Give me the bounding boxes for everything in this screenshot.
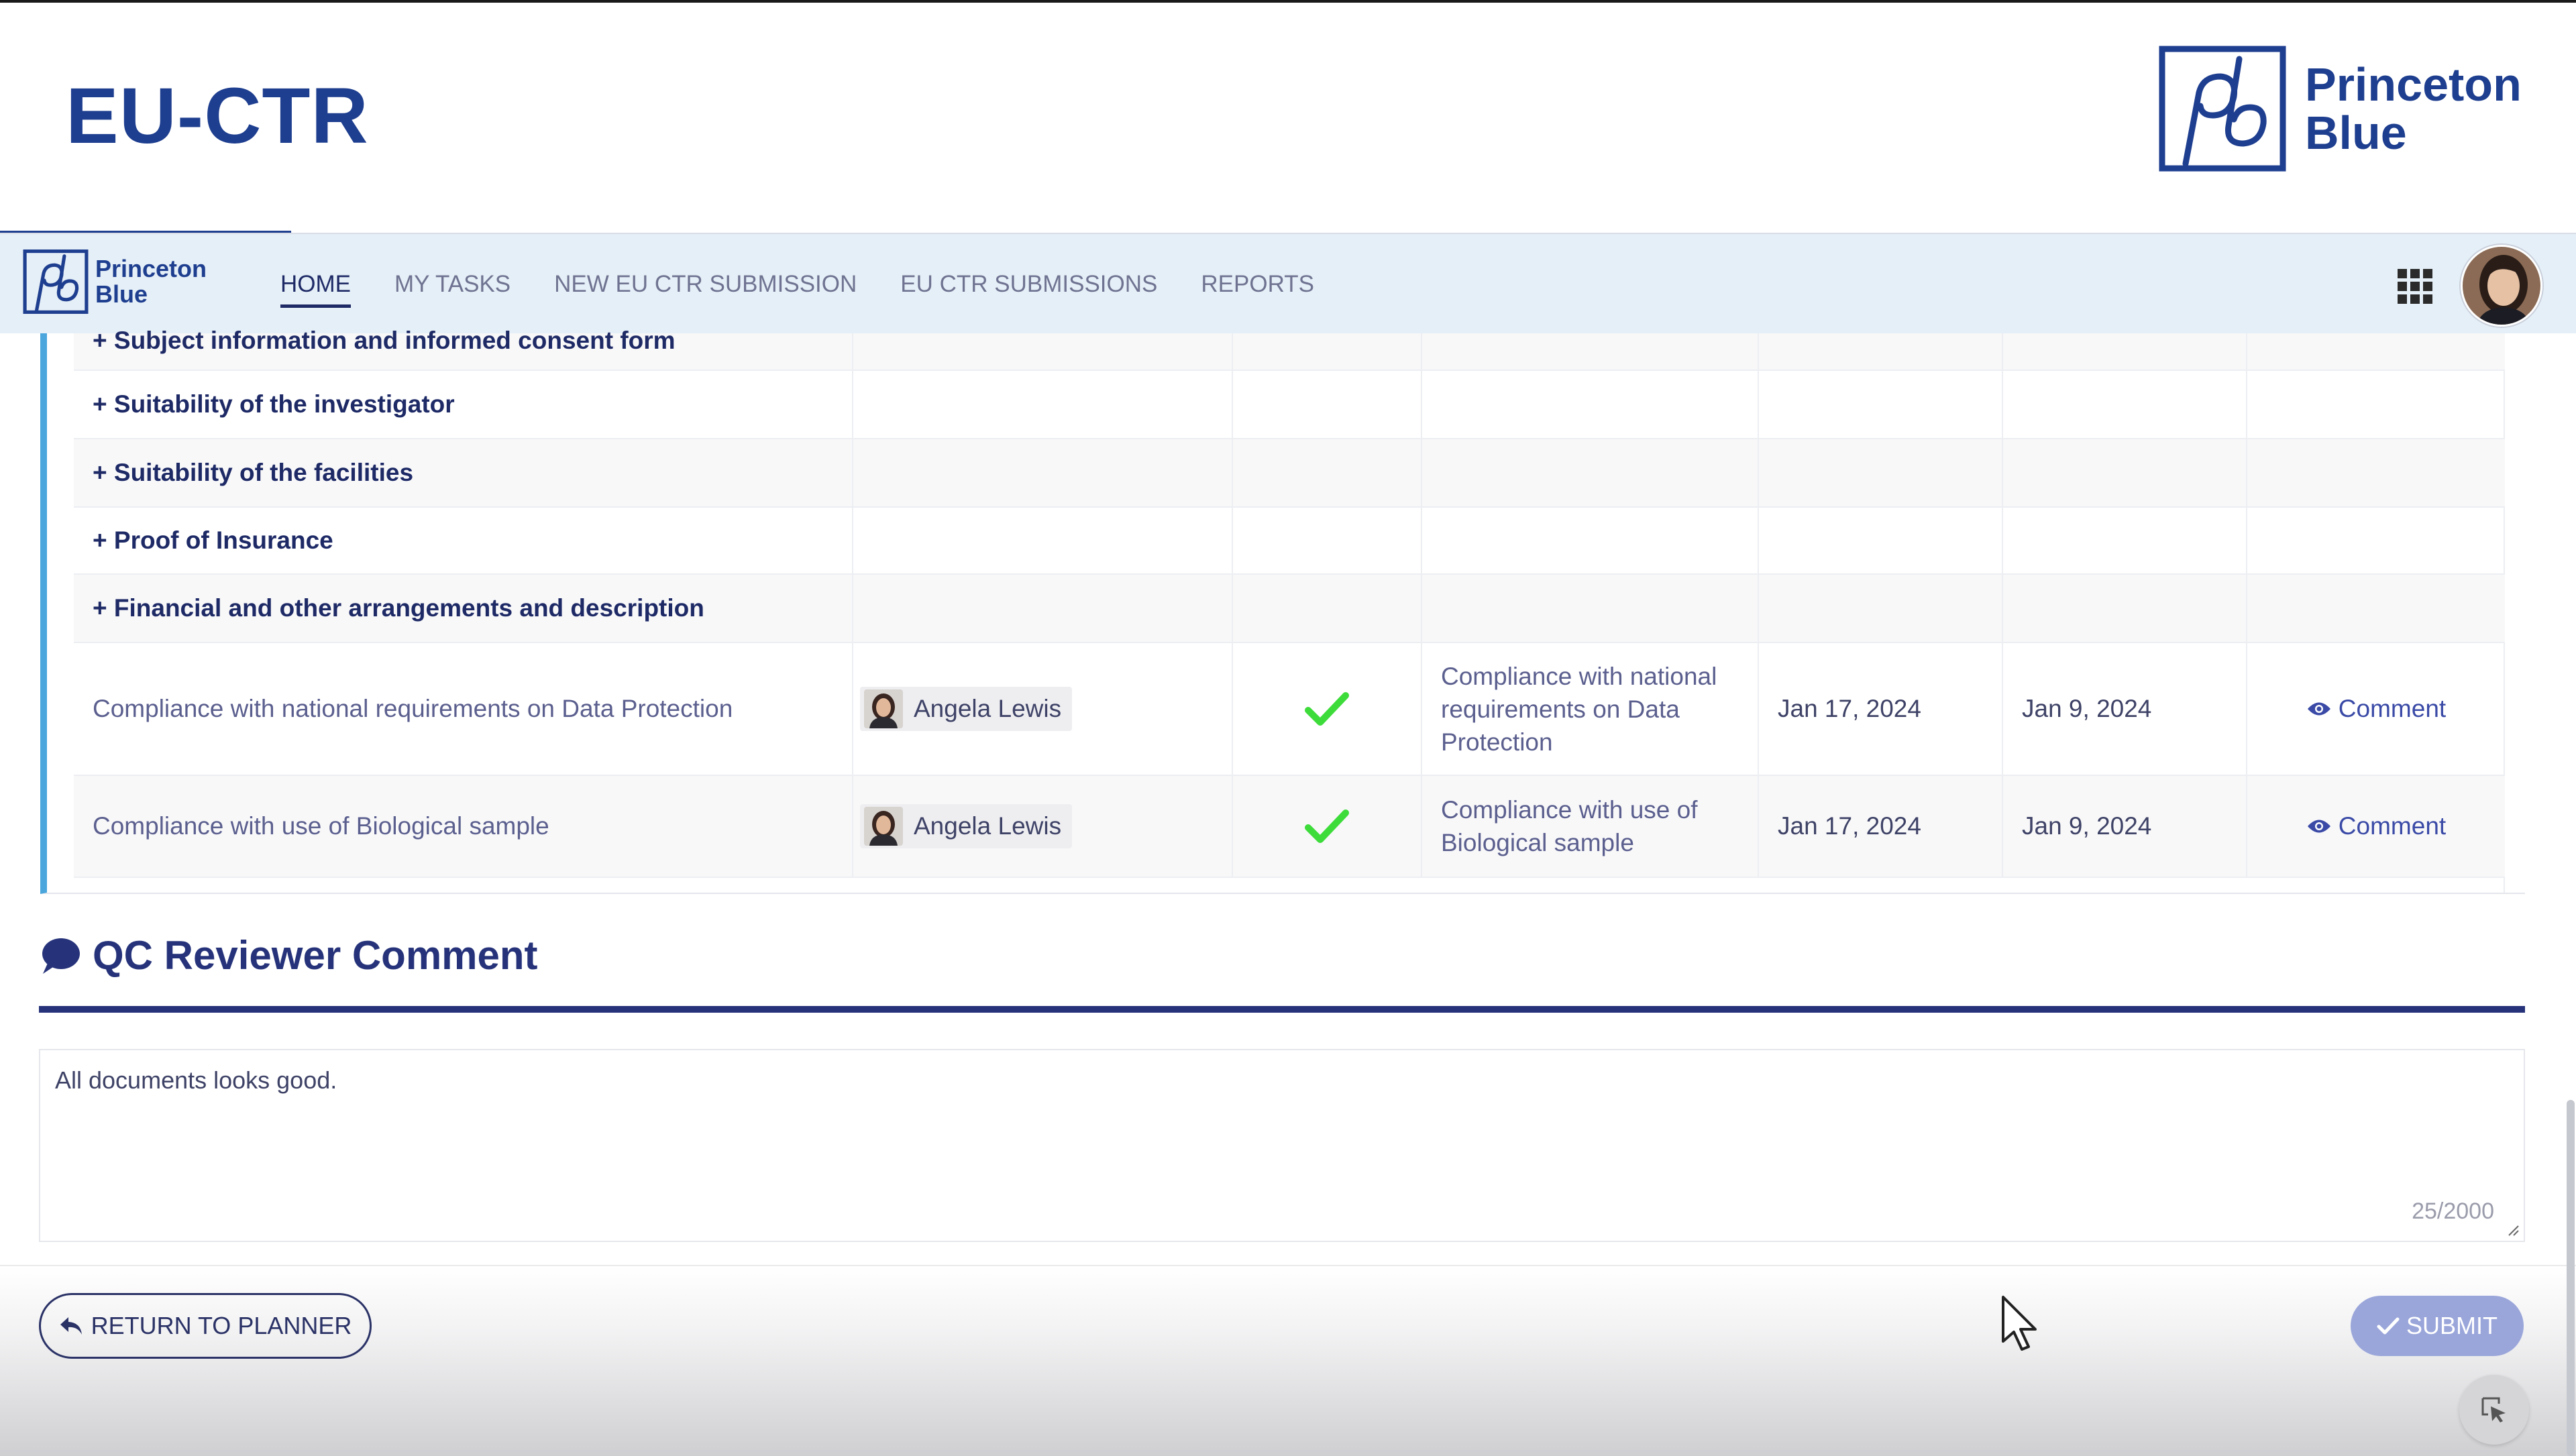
assignee-name: Angela Lewis xyxy=(914,812,1062,840)
assignee-chip[interactable]: Angela Lewis xyxy=(860,687,1073,731)
navbar: Princeton Blue HOME MY TASKS NEW EU CTR … xyxy=(0,233,2576,333)
character-counter: 25/2000 xyxy=(2412,1198,2494,1224)
assignee-avatar xyxy=(864,807,903,846)
qc-heading-text: QC Reviewer Comment xyxy=(93,933,538,978)
date-due: Jan 17, 2024 xyxy=(1778,695,1921,722)
document-description: Compliance with use of Biological sample xyxy=(1441,796,1698,856)
section-suitability-investigator[interactable]: + Suitability of the investigator xyxy=(93,390,455,418)
table-row-section[interactable]: + Proof of Insurance xyxy=(74,508,2505,575)
comment-bubble-icon xyxy=(42,938,80,974)
princeton-blue-logo-icon xyxy=(2159,46,2286,172)
assignee-avatar xyxy=(864,689,903,728)
user-avatar[interactable] xyxy=(2461,245,2542,327)
table-row: Compliance with use of Biological sample… xyxy=(74,776,2505,878)
app-title: EU-CTR xyxy=(66,72,369,160)
nav-reports[interactable]: REPORTS xyxy=(1201,234,1314,335)
date-completed: Jan 9, 2024 xyxy=(2022,812,2152,840)
scrollbar-thumb[interactable] xyxy=(2567,1100,2575,1456)
select-pointer-icon xyxy=(2481,1397,2506,1422)
nav-menu: HOME MY TASKS NEW EU CTR SUBMISSION EU C… xyxy=(280,234,1358,335)
approved-check-icon xyxy=(1305,809,1349,843)
table-row-section[interactable]: + Financial and other arrangements and d… xyxy=(74,575,2505,643)
document-description: Compliance with national requirements on… xyxy=(1441,662,1717,756)
nav-new-submission[interactable]: NEW EU CTR SUBMISSION xyxy=(554,234,857,335)
user-avatar-icon xyxy=(2463,247,2540,325)
nav-submissions[interactable]: EU CTR SUBMISSIONS xyxy=(900,234,1157,335)
date-completed: Jan 9, 2024 xyxy=(2022,695,2152,722)
document-name: Compliance with national requirements on… xyxy=(93,695,733,722)
table-row: Compliance with national requirements on… xyxy=(74,643,2505,776)
apps-grid-icon[interactable] xyxy=(2398,269,2435,304)
brand-name-line2: Blue xyxy=(2305,107,2407,159)
nav-brand-logo[interactable]: Princeton Blue xyxy=(23,249,207,315)
eye-icon xyxy=(2307,820,2330,833)
brand-logo: Princeton Blue xyxy=(2159,46,2522,172)
nav-my-tasks[interactable]: MY TASKS xyxy=(394,234,511,335)
table-row-section[interactable]: + Suitability of the facilities xyxy=(74,439,2505,508)
comment-link[interactable]: Comment xyxy=(2306,812,2446,840)
assignee-avatar-icon xyxy=(864,807,903,846)
brand-name-line1: Princeton xyxy=(2305,58,2522,111)
submit-button[interactable]: SUBMIT xyxy=(2351,1296,2524,1356)
section-suitability-facilities[interactable]: + Suitability of the facilities xyxy=(93,459,413,487)
assignee-name: Angela Lewis xyxy=(914,695,1062,722)
comment-link[interactable]: Comment xyxy=(2306,695,2446,723)
assignee-avatar-icon xyxy=(864,689,903,728)
return-to-planner-button[interactable]: RETURN TO PLANNER xyxy=(39,1293,372,1359)
assignee-chip[interactable]: Angela Lewis xyxy=(860,804,1073,848)
nav-brand-line1: Princeton xyxy=(95,255,207,282)
nav-logo-icon xyxy=(23,249,89,314)
check-icon xyxy=(2377,1317,2400,1335)
section-financial-arrangements[interactable]: + Financial and other arrangements and d… xyxy=(93,594,704,622)
resize-handle-icon[interactable] xyxy=(2505,1222,2520,1237)
qc-comment-value[interactable]: All documents looks good. xyxy=(55,1066,337,1095)
select-tool-button[interactable] xyxy=(2459,1375,2529,1445)
top-border xyxy=(0,0,2576,3)
nav-brand-line2: Blue xyxy=(95,280,148,308)
reply-arrow-icon xyxy=(60,1317,82,1335)
qc-reviewer-comment-heading: QC Reviewer Comment xyxy=(39,932,538,978)
qc-divider xyxy=(39,1006,2525,1013)
document-name: Compliance with use of Biological sample xyxy=(93,812,549,840)
documents-table-panel: + Subject information and informed conse… xyxy=(40,327,2525,894)
table-row-section[interactable]: + Suitability of the investigator xyxy=(74,371,2505,439)
section-subject-information[interactable]: + Subject information and informed conse… xyxy=(93,327,676,355)
table-row-section[interactable]: + Subject information and informed conse… xyxy=(74,327,2505,371)
date-due: Jan 17, 2024 xyxy=(1778,812,1921,840)
qc-comment-textarea[interactable]: All documents looks good. 25/2000 xyxy=(39,1049,2525,1242)
nav-home[interactable]: HOME xyxy=(280,234,351,335)
approved-check-icon xyxy=(1305,692,1349,726)
section-proof-insurance[interactable]: + Proof of Insurance xyxy=(93,526,333,555)
mouse-cursor-icon xyxy=(2002,1296,2037,1351)
documents-table: + Subject information and informed conse… xyxy=(74,327,2505,893)
eye-icon xyxy=(2307,702,2330,716)
footer-action-bar: RETURN TO PLANNER SUBMIT xyxy=(0,1265,2576,1456)
